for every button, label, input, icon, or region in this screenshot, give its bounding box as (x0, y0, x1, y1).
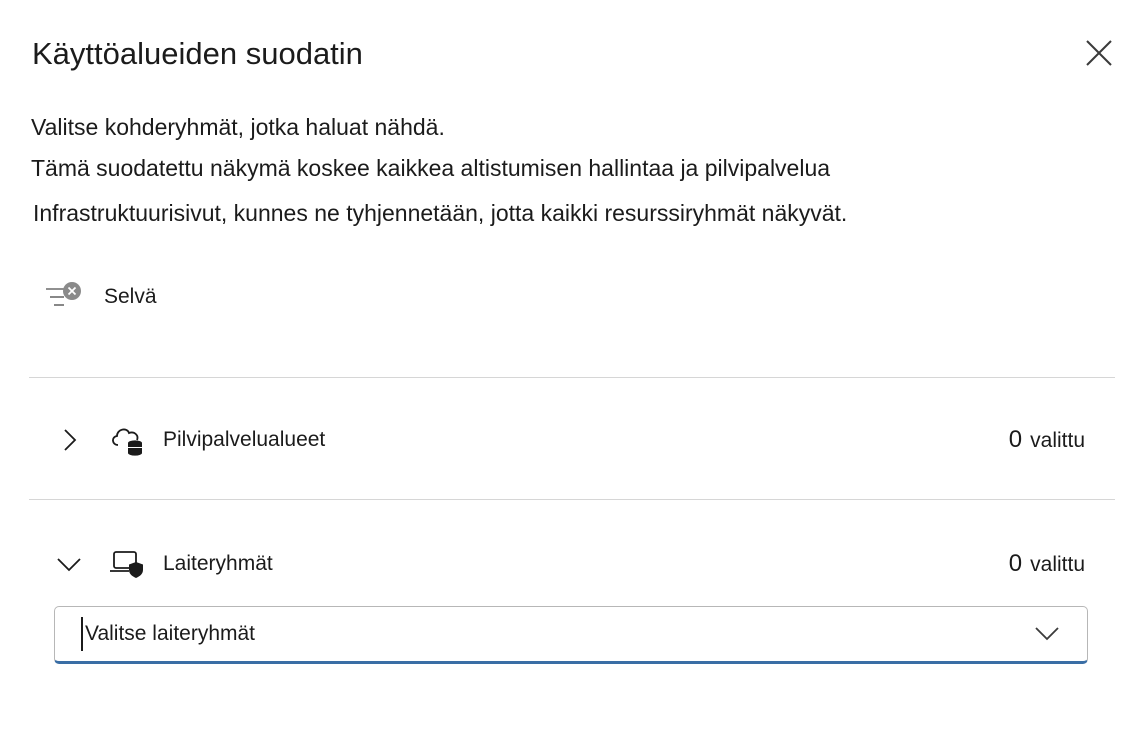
device-group-select[interactable]: Valitse laiteryhmät (54, 606, 1088, 664)
expand-toggle[interactable] (49, 420, 89, 460)
selected-count-label: valittu (1030, 553, 1085, 576)
device-group-select-placeholder: Valitse laiteryhmät (85, 622, 256, 645)
group-row-cloud-scopes[interactable]: Pilvipalvelualueet 0 valittu (29, 415, 1089, 465)
description-line-3: Infrastruktuurisivut, kunnes ne tyhjenne… (33, 200, 848, 226)
selected-count: 0 valittu (1009, 426, 1085, 454)
collapse-toggle[interactable] (49, 544, 89, 584)
group-label: Laiteryhmät (163, 552, 273, 575)
group-label: Pilvipalvelualueet (163, 428, 326, 451)
selected-count-number: 0 (1008, 426, 1023, 453)
close-button[interactable] (1080, 34, 1118, 72)
group-row-device-groups[interactable]: Laiteryhmät 0 valittu (29, 539, 1089, 589)
chevron-down-icon (57, 558, 81, 572)
clear-filter-button[interactable]: Selvä (44, 280, 157, 314)
panel-title: Käyttöalueiden suodatin (32, 36, 363, 71)
clear-filter-label: Selvä (104, 285, 157, 308)
description-line-1: Valitse kohderyhmät, jotka haluat nähdä. (31, 114, 445, 140)
chevron-right-icon (64, 429, 77, 451)
select-dropdown-toggle[interactable] (1027, 614, 1067, 654)
chevron-down-icon (1035, 627, 1059, 641)
description-line-2: Tämä suodatettu näkymä koskee kaikkea al… (31, 155, 831, 181)
divider (29, 499, 1115, 500)
selected-count-label: valittu (1030, 429, 1085, 452)
text-caret (81, 617, 83, 651)
selected-count: 0 valittu (1009, 550, 1085, 578)
divider (29, 377, 1115, 378)
cloud-database-icon (109, 422, 145, 458)
selected-count-number: 0 (1008, 550, 1023, 577)
close-icon (1086, 40, 1112, 66)
laptop-shield-icon (109, 546, 145, 582)
clear-filter-icon (46, 282, 81, 306)
